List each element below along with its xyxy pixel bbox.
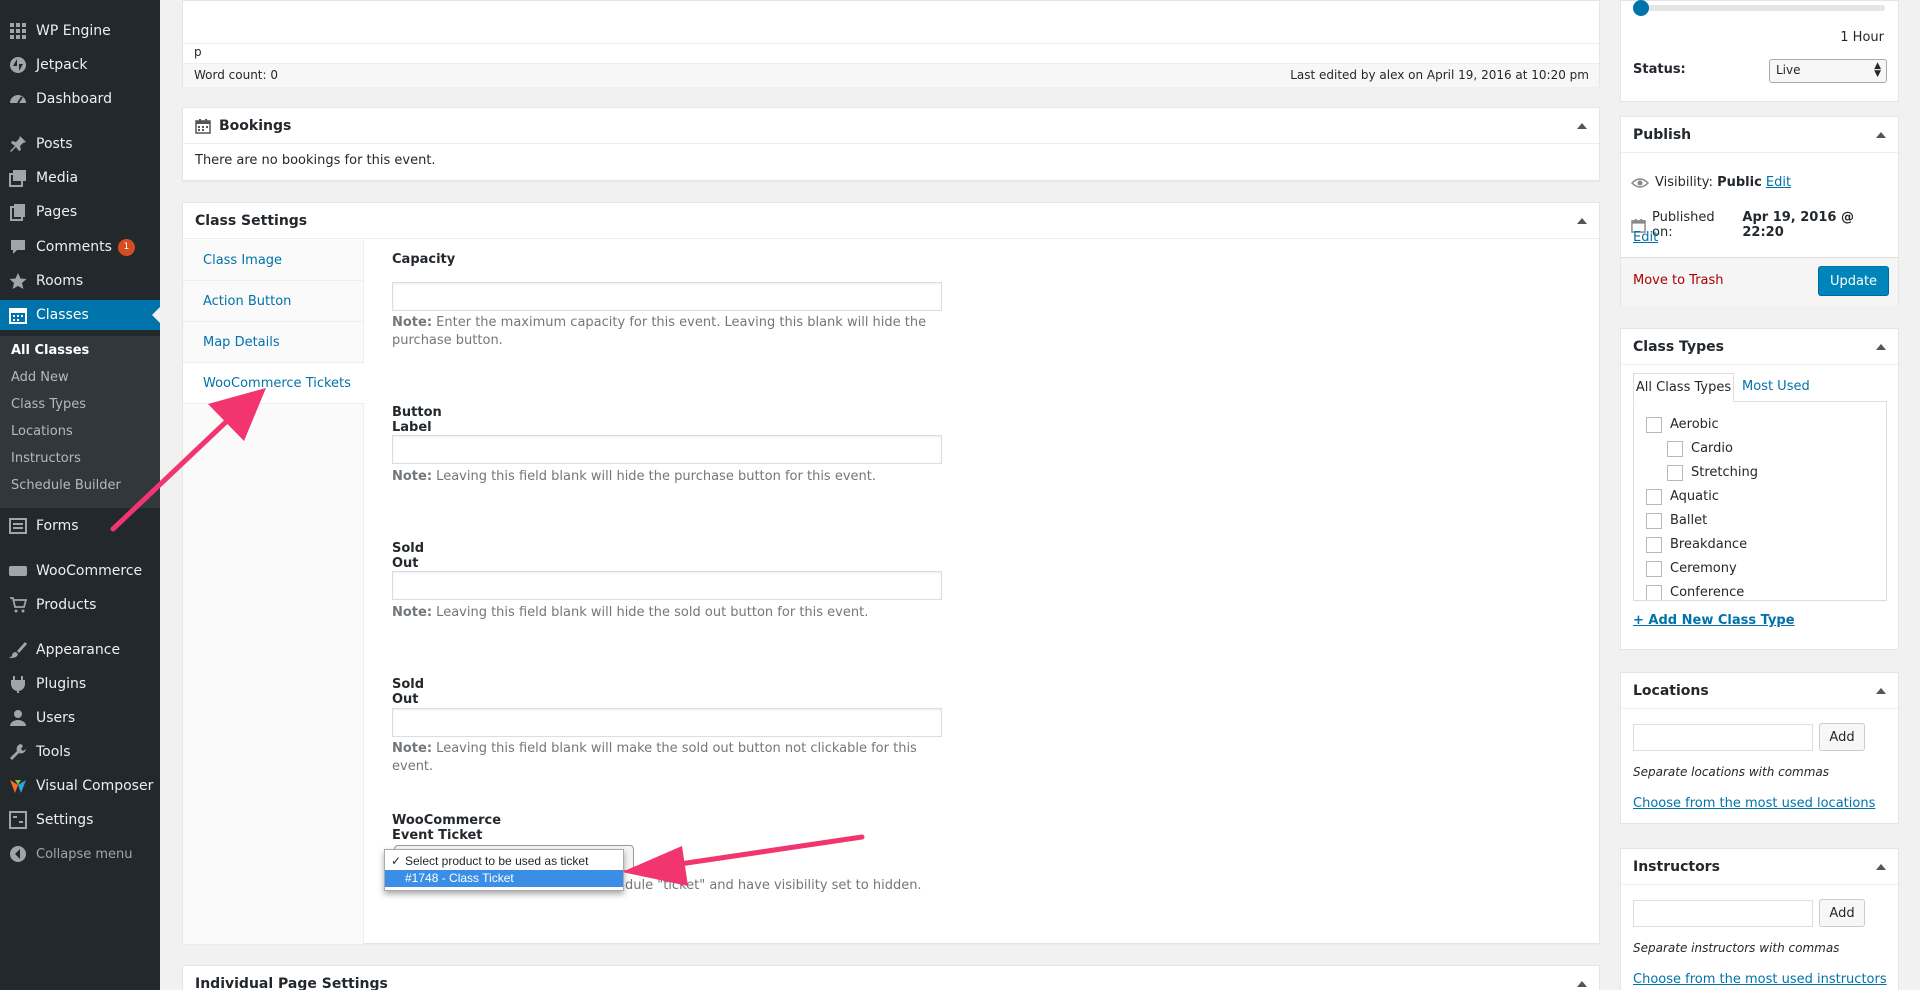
annotation-arrows [110,388,865,886]
arrow-to-ticket-select [622,834,865,886]
tab-all-class-types[interactable]: All Class Types [1633,373,1734,402]
arrow-to-woocommerce-tab [110,388,266,532]
